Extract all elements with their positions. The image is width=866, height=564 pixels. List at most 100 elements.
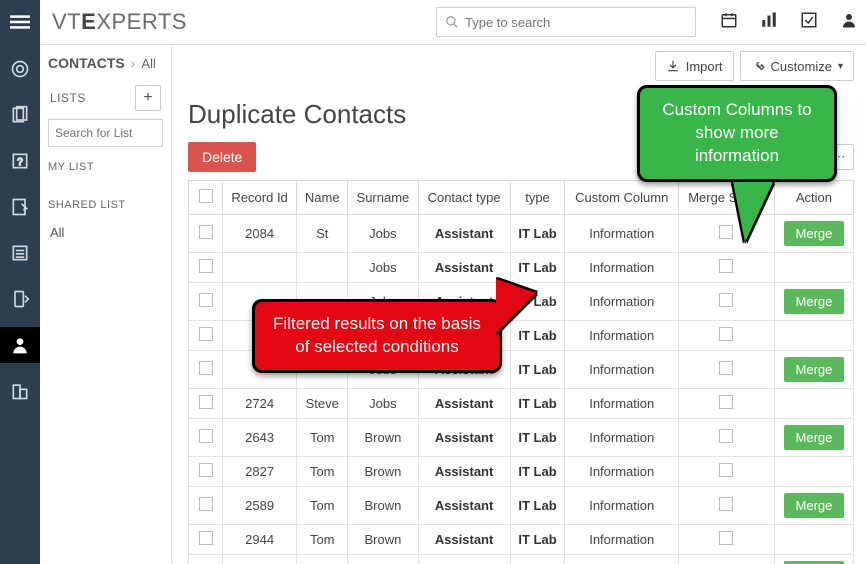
cell-surname: Jobs: [348, 215, 418, 253]
merge-select-checkbox[interactable]: [719, 463, 733, 477]
global-search[interactable]: [436, 7, 696, 37]
merge-button[interactable]: Merge: [784, 289, 845, 314]
cell-type: IT Lab: [510, 457, 565, 487]
row-checkbox[interactable]: [199, 361, 213, 375]
cell-action: Merge: [774, 487, 853, 525]
left-panel: CONTACTS › All LISTS + MY LIST SHARED LI…: [40, 45, 172, 564]
list-item-all[interactable]: All: [48, 221, 163, 244]
brand-logo: VTEXPERTS: [52, 9, 187, 35]
col-header[interactable]: Surname: [348, 181, 418, 215]
merge-button[interactable]: Merge: [784, 357, 845, 382]
top-bar: VTEXPERTS: [0, 0, 866, 45]
merge-button[interactable]: Merge: [784, 221, 845, 246]
cell-surname: Brown: [348, 457, 418, 487]
cell-surname: Jobs: [348, 389, 418, 419]
cell-custom-column: Information: [565, 389, 679, 419]
import-button[interactable]: Import: [655, 51, 734, 81]
cell-type: IT Lab: [510, 419, 565, 457]
top-icons: [720, 11, 858, 34]
merge-select-checkbox[interactable]: [719, 395, 733, 409]
cell-type: IT Lab: [510, 389, 565, 419]
cell-custom-column: Information: [565, 487, 679, 525]
merge-select-checkbox[interactable]: [719, 259, 733, 273]
merge-select-checkbox[interactable]: [719, 531, 733, 545]
delete-button[interactable]: Delete: [188, 142, 256, 172]
cell-record-id: 2827: [223, 457, 297, 487]
merge-button[interactable]: Merge: [784, 425, 845, 450]
chevron-down-icon: ▾: [838, 61, 843, 72]
cell-surname: Brown: [348, 555, 418, 564]
cell-custom-column: Information: [565, 419, 679, 457]
merge-select-checkbox[interactable]: [719, 293, 733, 307]
breadcrumb-sub: All: [141, 56, 155, 71]
cell-type: IT Lab: [510, 525, 565, 555]
col-header[interactable]: Custom Column: [565, 181, 679, 215]
cell-name: Steve: [297, 389, 348, 419]
cell-record-id: 2084: [223, 215, 297, 253]
reports-icon[interactable]: [760, 11, 778, 34]
cell-contact-type: Assistant: [418, 215, 510, 253]
row-checkbox[interactable]: [199, 497, 213, 511]
cell-record-id: 2589: [223, 487, 297, 525]
cell-type: IT Lab: [510, 215, 565, 253]
cell-record-id: 2724: [223, 389, 297, 419]
cell-surname: Brown: [348, 525, 418, 555]
merge-button[interactable]: Merge: [784, 493, 845, 518]
row-checkbox[interactable]: [199, 327, 213, 341]
customize-label: Customize: [771, 59, 832, 74]
col-header[interactable]: type: [510, 181, 565, 215]
rail-org-icon[interactable]: [0, 373, 40, 409]
row-checkbox[interactable]: [199, 225, 213, 239]
rail-edit-icon[interactable]: [0, 189, 40, 225]
cell-name: [297, 253, 348, 283]
rail-help-icon[interactable]: ?: [0, 143, 40, 179]
cell-contact-type: Assistant: [418, 555, 510, 564]
row-checkbox[interactable]: [199, 293, 213, 307]
col-header[interactable]: Name: [297, 181, 348, 215]
search-input[interactable]: [465, 15, 687, 30]
list-search-input[interactable]: [48, 119, 163, 147]
merge-select-checkbox[interactable]: [719, 429, 733, 443]
sharedlist-label: SHARED LIST: [48, 199, 163, 211]
col-header[interactable]: Action: [774, 181, 853, 215]
table-row: 2643TomBrownAssistantIT LabInformationMe…: [189, 419, 854, 457]
add-list-button[interactable]: +: [135, 85, 161, 111]
rail-phone-icon[interactable]: [0, 281, 40, 317]
breadcrumb: CONTACTS › All: [48, 55, 163, 71]
cell-type: IT Lab: [510, 555, 565, 564]
row-checkbox[interactable]: [199, 463, 213, 477]
hamburger-icon[interactable]: [0, 0, 40, 45]
rail-contacts-icon[interactable]: [0, 327, 40, 363]
merge-select-checkbox[interactable]: [719, 361, 733, 375]
row-checkbox[interactable]: [199, 429, 213, 443]
row-checkbox[interactable]: [199, 395, 213, 409]
merge-select-checkbox[interactable]: [719, 225, 733, 239]
cell-custom-column: Information: [565, 283, 679, 321]
main-area: Import Customize ▾ Contacts Duplicate Co…: [172, 45, 866, 564]
cell-type: IT Lab: [510, 253, 565, 283]
rail-list-icon[interactable]: [0, 235, 40, 271]
rail-lifebuoy-icon[interactable]: [0, 51, 40, 87]
table-row: 2724SteveJobsAssistantIT LabInformation: [189, 389, 854, 419]
calendar-icon[interactable]: [720, 11, 738, 34]
cell-action: Merge: [774, 215, 853, 253]
row-checkbox[interactable]: [199, 531, 213, 545]
merge-select-checkbox[interactable]: [719, 497, 733, 511]
cell-record-id: 2944: [223, 525, 297, 555]
customize-button[interactable]: Customize ▾: [740, 51, 854, 81]
cell-custom-column: Information: [565, 525, 679, 555]
select-all-checkbox[interactable]: [199, 189, 213, 203]
user-icon[interactable]: [840, 11, 858, 34]
tasks-icon[interactable]: [800, 11, 818, 34]
row-checkbox[interactable]: [199, 259, 213, 273]
cell-contact-type: Assistant: [418, 525, 510, 555]
merge-select-checkbox[interactable]: [719, 327, 733, 341]
cell-surname: Brown: [348, 419, 418, 457]
rail-cards-icon[interactable]: [0, 97, 40, 133]
col-header[interactable]: Record Id: [223, 181, 297, 215]
callout-filtered: Filtered results on the basis of selecte…: [252, 299, 502, 373]
cell-custom-column: Information: [565, 555, 679, 564]
breadcrumb-module[interactable]: CONTACTS: [48, 55, 125, 71]
table-row: 2740TomBrownAssistantIT LabInformationMe…: [189, 555, 854, 564]
col-header[interactable]: Contact type: [418, 181, 510, 215]
